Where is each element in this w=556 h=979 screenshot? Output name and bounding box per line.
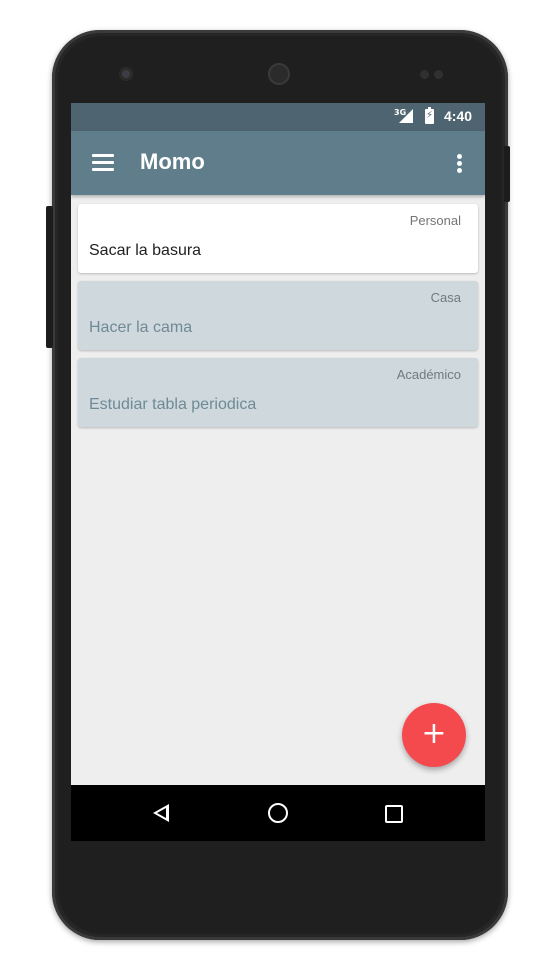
status-time: 4:40 — [444, 108, 473, 124]
home-icon[interactable] — [258, 795, 298, 831]
hamburger-menu-icon[interactable] — [85, 151, 121, 175]
signal-icon — [399, 109, 413, 123]
task-title: Estudiar tabla periodica — [89, 396, 257, 413]
task-list: Personal Sacar la basura Casa Hacer la c… — [78, 204, 478, 435]
power-button — [504, 146, 510, 202]
app-bar: Momo — [71, 131, 485, 195]
add-task-button[interactable]: + — [402, 703, 466, 767]
light-sensor — [434, 70, 443, 79]
task-card[interactable]: Casa Hacer la cama — [78, 281, 478, 350]
volume-button — [46, 206, 53, 348]
earpiece-speaker — [268, 63, 290, 85]
app-title: Momo — [140, 149, 205, 174]
status-bar: 3G ⚡ 4:40 — [71, 103, 485, 131]
task-category: Personal — [409, 213, 461, 228]
battery-charging-icon: ⚡ — [425, 107, 434, 124]
add-icon: + — [421, 716, 447, 751]
back-icon[interactable] — [142, 795, 182, 831]
task-title: Hacer la cama — [89, 319, 193, 336]
task-category: Académico — [396, 367, 461, 382]
more-vert-icon[interactable] — [447, 151, 471, 177]
app-screen: 3G ⚡ 4:40 Momo Personal Sacar la basura … — [71, 103, 485, 841]
task-title: Sacar la basura — [89, 242, 202, 259]
task-card[interactable]: Académico Estudiar tabla periodica — [78, 358, 478, 427]
recent-apps-icon[interactable] — [373, 795, 413, 831]
task-category: Casa — [430, 290, 461, 305]
task-card[interactable]: Personal Sacar la basura — [78, 204, 478, 273]
navigation-bar — [71, 785, 485, 841]
proximity-sensor — [420, 70, 429, 79]
front-camera — [119, 67, 133, 81]
